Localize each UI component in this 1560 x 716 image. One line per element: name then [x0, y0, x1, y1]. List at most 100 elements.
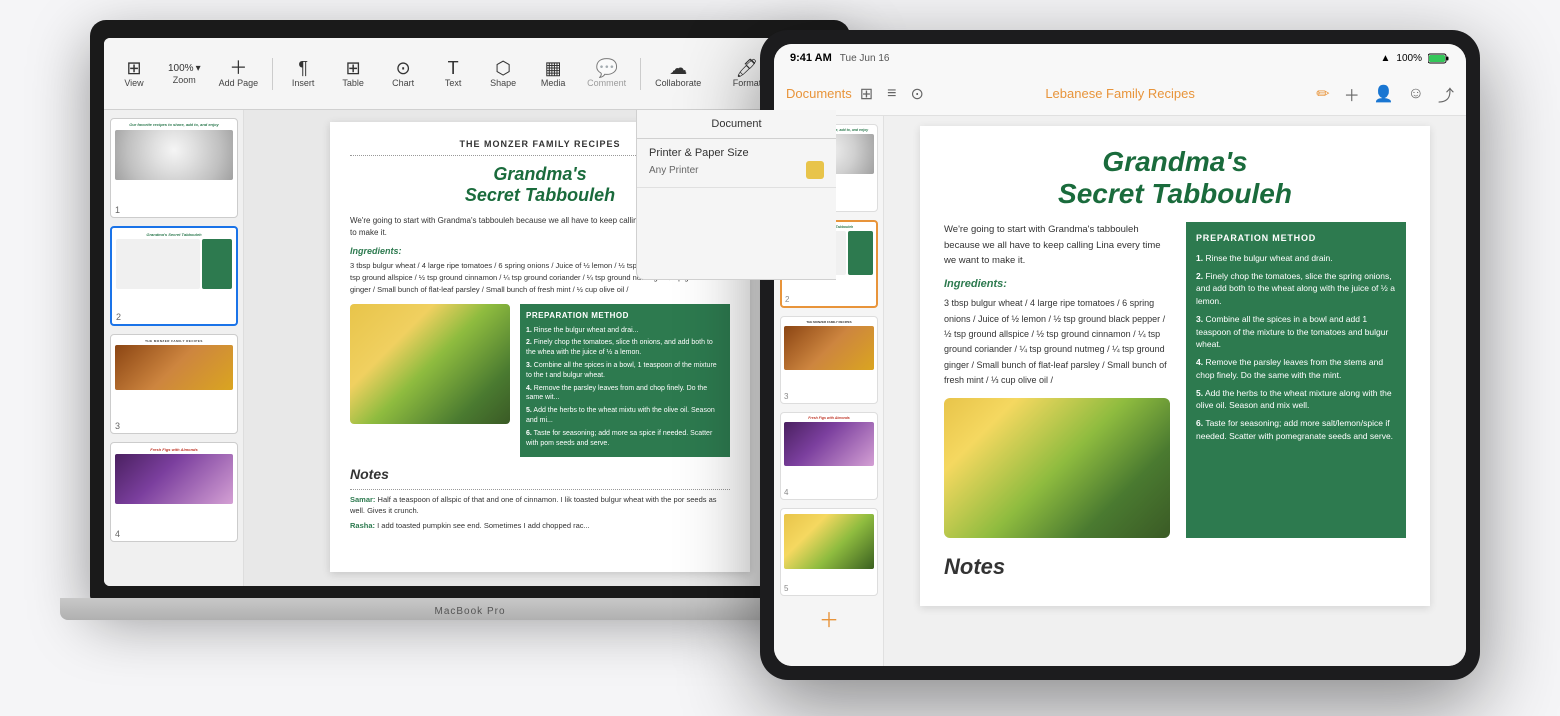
- ipad-page-columns: We're going to start with Grandma's tabb…: [944, 222, 1406, 538]
- comment-label: Comment: [587, 78, 626, 88]
- collaborate-label: Collaborate: [655, 78, 701, 88]
- ipad-content: Our favorite recipes to share, add to, a…: [774, 116, 1466, 666]
- media-button[interactable]: ▦ Media: [531, 57, 575, 90]
- toolbar-main: ⊞ View 100% ▾ Zoom ＋ Add Page: [104, 38, 836, 109]
- ipad-prep-step-6: 6. Taste for seasoning; add more salt/le…: [1196, 417, 1396, 443]
- zoom-area[interactable]: 100% ▾: [168, 63, 201, 74]
- printer-value: Any Printer: [649, 161, 824, 179]
- sidebar-thumb-2[interactable]: Grandma's Secret Tabbouleh 2: [110, 226, 238, 326]
- macbook-device: ⊞ View 100% ▾ Zoom ＋ Add Page: [60, 20, 880, 680]
- ipad-thumb-3[interactable]: THE MONZER FAMILY RECIPES 3: [780, 316, 878, 404]
- prep-step-1: 1. Rinse the bulgur wheat and drai...: [526, 326, 724, 336]
- printer-icon: [806, 161, 824, 179]
- ipad-recipe-title-line2: Secret Tabbouleh: [1058, 178, 1292, 209]
- chart-label: Chart: [392, 78, 414, 88]
- chart-icon: ⊙: [396, 59, 411, 77]
- comment-button[interactable]: 💬 Comment: [581, 57, 632, 90]
- toolbar-divider: [272, 58, 273, 90]
- macbook-bezel: ⊞ View 100% ▾ Zoom ＋ Add Page: [90, 20, 850, 600]
- thumb-4-title: Fresh Figs with Almonds: [115, 447, 233, 452]
- add-page-label: Add Page: [219, 78, 259, 88]
- ipad-prep-step-3: 3. Combine all the spices in a bowl and …: [1196, 313, 1396, 351]
- sidebar-thumb-1[interactable]: Our favorite recipes to share, add to, a…: [110, 118, 238, 218]
- ipad-thumb-5[interactable]: 5: [780, 508, 878, 596]
- ipad-status-right: ▲ 100%: [1381, 53, 1450, 64]
- thumb-3-image: [115, 345, 233, 390]
- ipad-ingredients-text: 3 tbsp bulgur wheat / 4 large ripe tomat…: [944, 296, 1170, 388]
- ipad-toolbar-left-icons: ⊞ ≡ ⊙: [860, 84, 924, 104]
- ipad-thumb-4[interactable]: Fresh Figs with Almonds 4: [780, 412, 878, 500]
- table-icon: ⊞: [346, 59, 361, 77]
- ipad-prep-step-1: 1. Rinse the bulgur wheat and drain.: [1196, 252, 1396, 265]
- add-page-button[interactable]: ＋ Add Page: [213, 57, 265, 90]
- view-icon: ⊞: [126, 59, 141, 77]
- zoom-button[interactable]: 100% ▾ Zoom: [162, 61, 207, 87]
- sidebar-thumb-4[interactable]: Fresh Figs with Almonds 4: [110, 442, 238, 542]
- ipad-doc-title: Lebanese Family Recipes: [932, 86, 1308, 101]
- macbook-main-area: THE MONZER FAMILY RECIPES Grandma's Secr…: [244, 110, 836, 586]
- note-rasha-name: Rasha:: [350, 521, 375, 530]
- ipad-thumb-3-num: 3: [784, 392, 788, 401]
- wifi-icon: ▲: [1381, 53, 1391, 64]
- ipad-lemons-photo: [944, 398, 1170, 538]
- ipad-thumb-3-content: THE MONZER FAMILY RECIPES: [781, 317, 877, 403]
- ipad-thumb-5-content: [781, 509, 877, 595]
- ipad-ingredients-title: Ingredients:: [944, 276, 1170, 293]
- battery-value: 100%: [1396, 53, 1422, 64]
- format-icon: 🖊: [736, 59, 759, 77]
- recent-docs-icon[interactable]: ⊙: [911, 84, 924, 104]
- notes-section: Notes Samar: Half a teaspoon of allspic …: [350, 465, 730, 531]
- thumb-2-layout: [116, 239, 232, 289]
- ipad-main-area: Grandma's Secret Tabbouleh We're going t…: [884, 116, 1466, 666]
- notes-heading: Notes: [350, 465, 730, 485]
- insert-button[interactable]: ¶ Insert: [281, 57, 325, 90]
- text-button[interactable]: T Text: [431, 57, 475, 90]
- ipad-back-button[interactable]: Documents: [786, 86, 852, 101]
- text-icon: T: [448, 59, 459, 77]
- thumb-2-number: 2: [116, 312, 121, 322]
- ipad-add-page-button[interactable]: ＋: [780, 604, 878, 632]
- ipad-share-icon[interactable]: ⤴: [1438, 82, 1454, 106]
- sidebar-thumb-3[interactable]: THE MONZER FAMILY RECIPES 3: [110, 334, 238, 434]
- ipad-collaborate-icon[interactable]: 👤: [1374, 84, 1394, 104]
- ipad-thumb-2-num: 2: [785, 295, 789, 304]
- view-label: View: [124, 78, 143, 88]
- ipad-prep-step-5: 5. Add the herbs to the wheat mixture al…: [1196, 387, 1396, 413]
- ipad-bezel: 9:41 AM Tue Jun 16 ▲ 100% Documents: [760, 30, 1480, 680]
- ipad-thumb-5-img: [784, 514, 874, 569]
- ipad-prep-step-4: 4. Remove the parsley leaves from the st…: [1196, 356, 1396, 382]
- zoom-arrow: ▾: [196, 63, 201, 74]
- thumb-4-image: [115, 454, 233, 504]
- ipad-emoji-icon[interactable]: ☺: [1408, 85, 1424, 103]
- thumb-2-right: [202, 239, 232, 289]
- note-samar-name: Samar:: [350, 495, 375, 504]
- ipad-add-icon[interactable]: ＋: [1344, 82, 1360, 106]
- thumb-3-number: 3: [115, 421, 120, 431]
- ipad-thumb-3-title: THE MONZER FAMILY RECIPES: [784, 320, 874, 324]
- format-label: Format: [733, 78, 762, 88]
- ipad-thumb-3-img: [784, 326, 874, 370]
- ipad-intro-text: We're going to start with Grandma's tabb…: [944, 222, 1170, 268]
- ipad-thumb-2-right: [848, 231, 873, 275]
- table-button[interactable]: ⊞ Table: [331, 57, 375, 90]
- sidebar-toggle-icon[interactable]: ⊞: [860, 84, 873, 104]
- recipe-title-line1: Grandma's: [493, 164, 586, 184]
- collaborate-button[interactable]: ☁ Collaborate: [649, 57, 707, 90]
- ipad-prep-step-2: 2. Finely chop the tomatoes, slice the s…: [1196, 270, 1396, 308]
- shape-button[interactable]: ⬡ Shape: [481, 57, 525, 90]
- note-rasha: Rasha: I add toasted pumpkin see end. So…: [350, 520, 730, 531]
- media-icon: ▦: [545, 59, 562, 77]
- thumb-1-title: Our favorite recipes to share, add to, a…: [115, 123, 233, 128]
- chart-button[interactable]: ⊙ Chart: [381, 57, 425, 90]
- note-samar: Samar: Half a teaspoon of allspic of tha…: [350, 494, 730, 517]
- ipad-page-left-col: We're going to start with Grandma's tabb…: [944, 222, 1170, 538]
- view-button[interactable]: ⊞ View: [112, 57, 156, 90]
- add-page-icon: ＋: [229, 59, 247, 77]
- list-view-icon[interactable]: ≡: [887, 85, 896, 103]
- collaborate-icon: ☁: [669, 59, 687, 77]
- ipad-thumb-4-num: 4: [784, 488, 788, 497]
- note-rasha-text: I add toasted pumpkin see end. Sometimes…: [377, 521, 590, 530]
- pen-tool-icon[interactable]: ✏: [1316, 84, 1329, 104]
- ipad-recipe-title: Grandma's Secret Tabbouleh: [944, 146, 1406, 210]
- media-label: Media: [541, 78, 566, 88]
